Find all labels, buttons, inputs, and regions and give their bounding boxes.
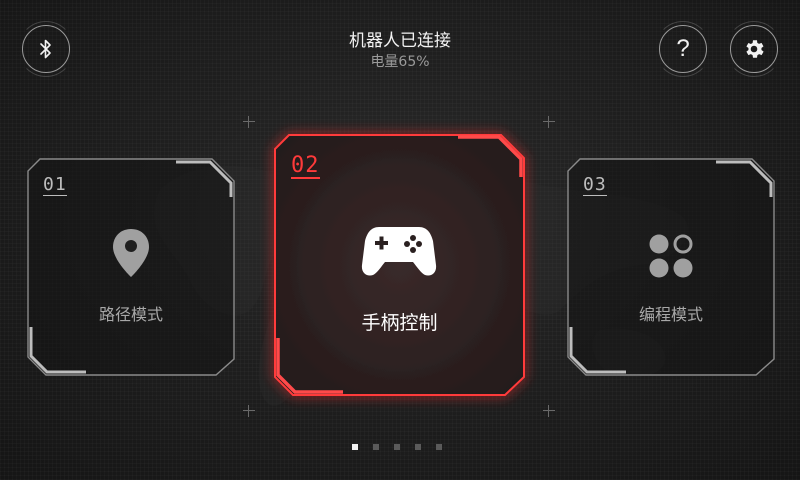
battery-level-text: 电量65% xyxy=(370,54,430,70)
page-dot[interactable] xyxy=(436,444,442,450)
connection-status: 机器人已连接 电量65% xyxy=(300,30,500,72)
crosshair-decoration xyxy=(543,405,555,417)
connection-status-text: 机器人已连接 xyxy=(349,31,451,51)
card-label: 手柄控制 xyxy=(361,312,438,334)
crosshair-decoration xyxy=(243,116,255,128)
gamepad-icon xyxy=(361,227,437,276)
page-indicator xyxy=(352,444,442,452)
card-label: 路径模式 xyxy=(98,305,163,324)
card-number: 01 xyxy=(43,174,67,196)
page-dot[interactable] xyxy=(415,444,421,450)
settings-button[interactable] xyxy=(726,21,782,77)
mode-card-gamepad[interactable]: 02 手柄控制 xyxy=(273,133,526,397)
card-number: 02 xyxy=(291,153,320,179)
gear-icon xyxy=(746,40,764,58)
mode-card-programming[interactable]: 03 编程模式 xyxy=(566,157,776,377)
bluetooth-icon xyxy=(40,39,51,59)
mode-card-path[interactable]: 01 路径模式 xyxy=(26,157,236,377)
page-dot[interactable] xyxy=(394,444,400,450)
crosshair-decoration xyxy=(243,405,255,417)
bluetooth-button[interactable] xyxy=(18,21,74,77)
help-button[interactable]: ? xyxy=(655,21,711,77)
help-icon: ? xyxy=(676,35,690,62)
grid-dots-icon xyxy=(649,234,693,278)
page-dot[interactable] xyxy=(373,444,379,450)
card-number: 03 xyxy=(583,174,607,196)
location-pin-icon xyxy=(113,229,149,277)
page-dot[interactable] xyxy=(352,444,358,450)
card-label: 编程模式 xyxy=(638,305,703,324)
crosshair-decoration xyxy=(543,116,555,128)
app-screen: 机器人已连接 电量65% ? 01 路径模式 02 手柄控制 03 编程模式 xyxy=(0,0,800,480)
